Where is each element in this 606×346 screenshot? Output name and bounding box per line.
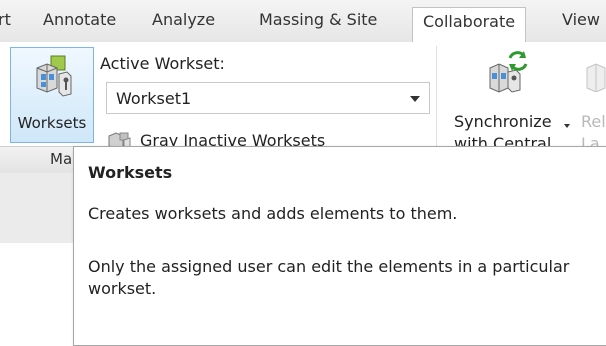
tab-partial-rt[interactable]: rt xyxy=(0,10,11,29)
panel-separator xyxy=(436,46,437,146)
tooltip-detail-line2: workset. xyxy=(88,279,157,298)
reload-label-line1: Rel xyxy=(581,112,606,131)
tooltip-description: Creates worksets and adds elements to th… xyxy=(88,204,458,223)
active-workset-label: Active Workset: xyxy=(100,54,225,73)
ribbon-tab-bar: rt Annotate Analyze Massing & Site Colla… xyxy=(0,0,606,43)
tab-view[interactable]: View xyxy=(562,10,600,29)
reload-latest-button[interactable]: Rel La xyxy=(575,46,606,146)
tab-massing-site[interactable]: Massing & Site xyxy=(259,10,377,29)
tooltip-detail-line1: Only the assigned user can edit the elem… xyxy=(88,257,570,276)
tooltip-title: Worksets xyxy=(88,163,173,182)
synchronize-dropdown-arrow-icon[interactable] xyxy=(564,124,570,128)
synchronize-label-line1: Synchronize xyxy=(454,112,552,131)
tab-collaborate[interactable]: Collaborate xyxy=(412,7,527,42)
reload-label-line2: La xyxy=(581,134,600,146)
manage-collaboration-panel-label[interactable]: Ma xyxy=(50,150,72,168)
worksets-button-label: Worksets xyxy=(17,114,87,132)
synchronize-with-central-button[interactable]: Synchronize with Central xyxy=(454,46,570,153)
synchronize-icon xyxy=(486,50,530,98)
tab-analyze[interactable]: Analyze xyxy=(152,10,215,29)
tab-annotate[interactable]: Annotate xyxy=(43,10,116,29)
chevron-down-icon[interactable] xyxy=(410,96,420,102)
worksets-icon xyxy=(33,54,75,104)
worksets-tooltip: Worksets Creates worksets and adds eleme… xyxy=(73,146,606,346)
reload-latest-icon xyxy=(585,62,606,96)
worksets-button[interactable]: Worksets xyxy=(10,47,94,143)
active-workset-dropdown[interactable]: Workset1 xyxy=(106,82,430,114)
active-workset-value: Workset1 xyxy=(116,89,192,108)
